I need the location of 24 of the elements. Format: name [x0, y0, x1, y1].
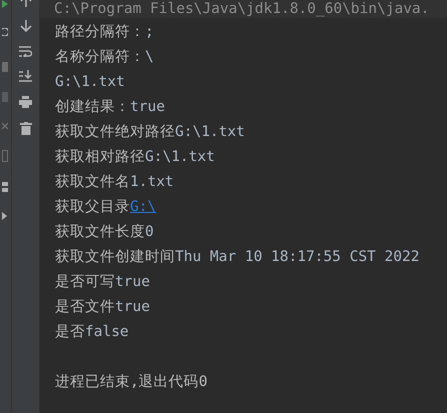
console-line: 获取文件名 1.txt [55, 173, 174, 192]
arrow-down-icon[interactable] [20, 20, 32, 32]
console-line: G:\1.txt [55, 73, 125, 92]
run-icon[interactable] [2, 0, 8, 8]
console-line: 是否可写true [55, 273, 150, 292]
exit-message: 进程已结束,退出代码0 [55, 373, 208, 392]
command-line: C:\Program Files\Java\jdk1.8.0_60\bin\java. [54, 0, 430, 18]
console-line: 获取文件绝对路径G:\1.txt [55, 123, 245, 142]
path-link[interactable]: G:\ [130, 199, 156, 215]
soft-wrap-icon[interactable] [19, 46, 32, 57]
console-line: 获取文件创建时间Thu Mar 10 18:17:55 CST 2022 [55, 248, 420, 267]
arrow-up-icon[interactable] [20, 0, 32, 7]
console-line: 路径分隔符：; [55, 23, 154, 42]
console-line: 是否文件true [55, 298, 150, 317]
console-line: 获取父目录G:\ [55, 198, 156, 217]
trash-icon[interactable] [20, 122, 32, 135]
console-line: 获取文件长度0 [55, 222, 154, 242]
scroll-to-end-icon[interactable] [19, 70, 32, 82]
console-line: 名称分隔符：\ [55, 48, 154, 67]
play-icon[interactable] [2, 212, 6, 220]
console-line: 获取相对路径G:\1.txt [55, 148, 215, 167]
print-icon[interactable] [19, 96, 32, 108]
console-line: 是否false [55, 323, 129, 342]
console-line: 创建结果：true [55, 98, 165, 117]
